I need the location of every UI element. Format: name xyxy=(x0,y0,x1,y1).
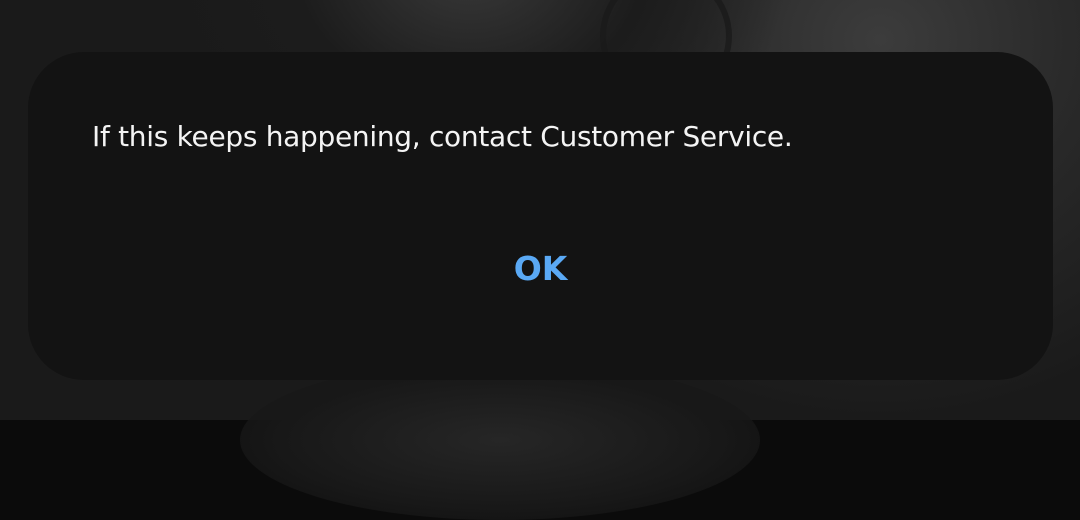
error-dialog: If this keeps happening, contact Custome… xyxy=(28,52,1053,380)
ok-button[interactable]: OK xyxy=(428,232,653,304)
background-shape xyxy=(240,360,760,520)
dialog-message: If this keeps happening, contact Custome… xyxy=(92,120,793,153)
